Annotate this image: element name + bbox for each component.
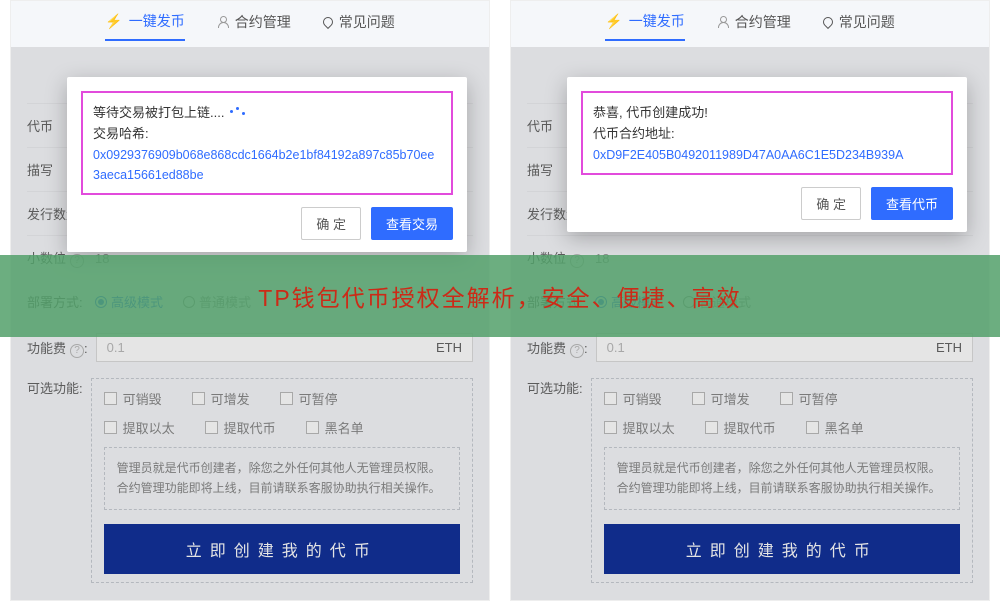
tabs: ⚡ 一键发币 合约管理 常见问题: [11, 1, 489, 47]
modal-title: 恭喜, 代币创建成功!: [593, 103, 941, 124]
modal-pending: 等待交易被打包上链.... 交易哈希: 0x0929376909b068e868…: [67, 77, 467, 252]
tab-manage[interactable]: 合约管理: [717, 11, 791, 41]
hash-label: 交易哈希:: [93, 124, 441, 145]
bolt-icon: ⚡: [605, 13, 622, 30]
tab-issue[interactable]: ⚡ 一键发币: [105, 11, 184, 41]
tx-hash[interactable]: 0x0929376909b068e868cdc1664b2e1bf84192a8…: [93, 145, 441, 185]
modal-body: 等待交易被打包上链.... 交易哈希: 0x0929376909b068e868…: [81, 91, 453, 195]
view-tx-button[interactable]: 查看交易: [371, 207, 453, 240]
spinner-icon: [230, 107, 246, 117]
tab-manage-label: 合约管理: [735, 12, 791, 32]
modal-body: 恭喜, 代币创建成功! 代币合约地址: 0xD9F2E405B049201198…: [581, 91, 953, 175]
tab-manage[interactable]: 合约管理: [217, 11, 291, 41]
ok-button[interactable]: 确 定: [301, 207, 361, 240]
person-icon: [717, 16, 729, 28]
ok-button[interactable]: 确 定: [801, 187, 861, 220]
modal-success: 恭喜, 代币创建成功! 代币合约地址: 0xD9F2E405B049201198…: [567, 77, 967, 232]
pin-icon: [321, 15, 335, 29]
bolt-icon: ⚡: [105, 13, 122, 30]
modal-title: 等待交易被打包上链....: [93, 103, 441, 124]
tab-faq-label: 常见问题: [339, 12, 395, 32]
pin-icon: [821, 15, 835, 29]
tab-faq[interactable]: 常见问题: [323, 11, 395, 41]
headline-banner: TP钱包代币授权全解析，安全、便捷、高效: [0, 255, 1000, 337]
person-icon: [217, 16, 229, 28]
tab-faq[interactable]: 常见问题: [823, 11, 895, 41]
tab-manage-label: 合约管理: [235, 12, 291, 32]
token-address[interactable]: 0xD9F2E405B0492011989D47A0AA6C1E5D234B93…: [593, 145, 941, 165]
tab-faq-label: 常见问题: [839, 12, 895, 32]
headline-text: TP钱包代币授权全解析，安全、便捷、高效: [258, 279, 741, 313]
tab-issue-label: 一键发币: [129, 11, 185, 31]
view-token-button[interactable]: 查看代币: [871, 187, 953, 220]
tabs: ⚡ 一键发币 合约管理 常见问题: [511, 1, 989, 47]
addr-label: 代币合约地址:: [593, 124, 941, 145]
tab-issue-label: 一键发币: [629, 11, 685, 31]
tab-issue[interactable]: ⚡ 一键发币: [605, 11, 684, 41]
